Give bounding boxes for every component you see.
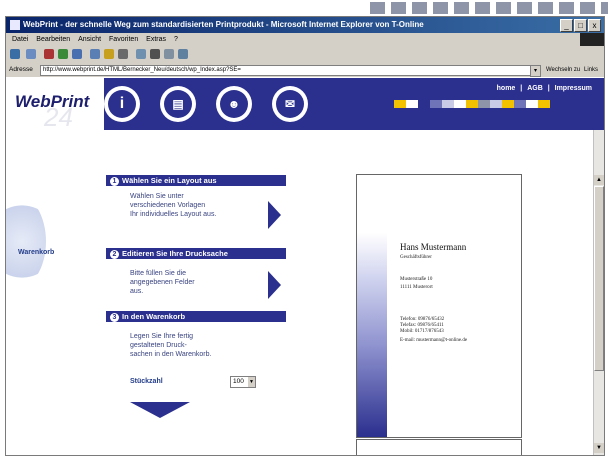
step-1-number: 1	[110, 177, 119, 186]
site-header: 24 WebPrint i ▤ ☻ ✉ home | AGB | Impress…	[6, 78, 604, 130]
step-2-number: 2	[110, 250, 119, 259]
step-1-text: Wählen Sie unter verschiedenen Vorlagen Ih…	[130, 193, 217, 218]
separator: |	[520, 85, 523, 92]
scroll-up-button[interactable]: ▲	[594, 175, 604, 185]
toolbar	[6, 46, 604, 64]
stop-icon[interactable]	[44, 49, 54, 59]
paper-stack-icon[interactable]: ▤	[160, 86, 196, 122]
color-blocks	[394, 100, 550, 108]
forward-icon[interactable]	[26, 49, 36, 59]
menu-extras[interactable]: Extras	[146, 36, 166, 43]
warenkorb-link[interactable]: Warenkorb	[18, 249, 54, 256]
vertical-scrollbar[interactable]: ▲ ▼	[593, 130, 604, 455]
mail-icon[interactable]: ✉	[272, 86, 308, 122]
step-3-text: Legen Sie Ihre fertig gestalteten Druck-s…	[130, 333, 212, 358]
address-dropdown[interactable]: ▾	[530, 65, 541, 77]
discuss-icon[interactable]	[178, 49, 188, 59]
go-button[interactable]: Wechseln zu	[546, 63, 580, 77]
favorites-icon[interactable]	[104, 49, 114, 59]
quantity-select[interactable]: 100 ▼	[230, 376, 256, 388]
home-icon[interactable]	[72, 49, 82, 59]
ie-icon	[10, 20, 20, 30]
search-icon[interactable]	[90, 49, 100, 59]
step-1-arrow-icon[interactable]	[268, 201, 281, 229]
address-bar: Adresse http://www.webprint.de/HTML/Bern…	[6, 63, 604, 77]
card-gradient	[357, 175, 387, 437]
second-card-preview	[356, 439, 522, 455]
card-mobile: Mobil: 01717/876543	[400, 329, 444, 334]
address-label: Adresse	[9, 66, 33, 73]
window-controls: _ □ x	[560, 19, 601, 32]
close-button[interactable]: x	[588, 19, 601, 32]
back-icon[interactable]	[10, 49, 20, 59]
card-email: E-mail: mustermann@t-online.de	[400, 338, 468, 343]
card-name: Hans Mustermann	[400, 242, 467, 252]
people-icon[interactable]: ☻	[216, 86, 252, 122]
address-input[interactable]: http://www.webprint.de/HTML/Bernecker_Ne…	[40, 65, 532, 76]
agb-link[interactable]: AGB	[527, 85, 543, 92]
scroll-thumb[interactable]	[594, 186, 604, 371]
impressum-link[interactable]: Impressum	[555, 85, 592, 92]
mail-toolbar-icon[interactable]	[136, 49, 146, 59]
info-icon[interactable]: i	[104, 86, 140, 122]
chevron-down-icon: ▼	[248, 377, 255, 387]
windows-logo-icon	[580, 33, 604, 46]
scroll-down-button[interactable]: ▼	[594, 443, 604, 453]
menu-favoriten[interactable]: Favoriten	[109, 36, 138, 43]
card-street: Musterstraße 10	[400, 277, 433, 282]
links-button[interactable]: Links	[584, 63, 598, 77]
print-icon[interactable]	[150, 49, 160, 59]
top-links: home | AGB | Impressum	[494, 85, 592, 92]
window-title: WebPrint - der schnelle Weg zum standard…	[23, 20, 424, 29]
card-role: Geschäftsführer	[400, 255, 432, 260]
main-content: Warenkorb 1 Wählen Sie ein Layout aus Wäh…	[6, 130, 594, 455]
menu-bar: Datei Bearbeiten Ansicht Favoriten Extra…	[6, 33, 604, 46]
menu-help[interactable]: ?	[174, 36, 178, 43]
business-card-preview: Hans Mustermann Geschäftsführer Musterst…	[356, 174, 522, 438]
title-bar: WebPrint - der schnelle Weg zum standard…	[6, 17, 604, 33]
maximize-button[interactable]: □	[574, 19, 587, 32]
logo-area: 24 WebPrint	[6, 78, 104, 130]
quantity-label: Stückzahl	[130, 378, 163, 385]
separator: |	[547, 85, 550, 92]
step-2-text: Bitte füllen Sie die angegebenen Felder au…	[130, 270, 195, 295]
logo[interactable]: WebPrint	[15, 92, 89, 112]
home-link[interactable]: home	[497, 85, 516, 92]
minimize-button[interactable]: _	[560, 19, 573, 32]
menu-ansicht[interactable]: Ansicht	[78, 36, 101, 43]
top-decoration	[370, 2, 608, 16]
step-3-title: In den Warenkorb	[122, 312, 186, 321]
globe-decoration	[6, 194, 46, 289]
refresh-icon[interactable]	[58, 49, 68, 59]
step-2-arrow-icon[interactable]	[268, 271, 281, 299]
quantity-value: 100	[233, 378, 244, 385]
card-city: 11111 Musterort	[400, 285, 433, 290]
step-2-header: 2 Editieren Sie Ihre Drucksache	[106, 248, 286, 259]
down-arrow-icon[interactable]	[130, 402, 190, 418]
step-1-header: 1 Wählen Sie ein Layout aus	[106, 175, 286, 186]
edit-icon[interactable]	[164, 49, 174, 59]
step-1-title: Wählen Sie ein Layout aus	[122, 176, 217, 185]
menu-datei[interactable]: Datei	[12, 36, 28, 43]
history-icon[interactable]	[118, 49, 128, 59]
step-2-title: Editieren Sie Ihre Drucksache	[122, 249, 228, 258]
step-3-number: 3	[110, 313, 119, 322]
step-3-header: 3 In den Warenkorb	[106, 311, 286, 322]
menu-bearbeiten[interactable]: Bearbeiten	[36, 36, 70, 43]
browser-window: WebPrint - der schnelle Weg zum standard…	[5, 16, 605, 456]
